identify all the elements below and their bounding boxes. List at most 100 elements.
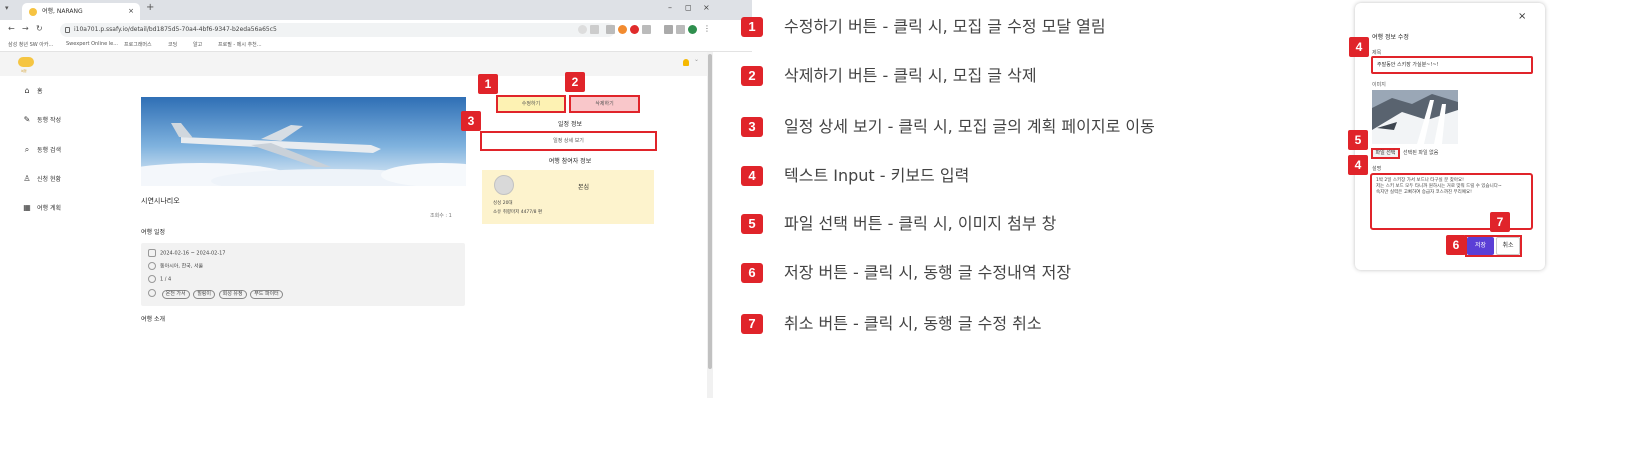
annotation-badge: 6 [1446,235,1466,255]
legend-number: 5 [741,214,763,234]
file-status-text: 선택된 파일 없음 [1403,150,1439,156]
save-button[interactable]: 저장 [1467,237,1494,255]
schedule-location: 동아시아, 한국, 서울 [160,263,204,270]
post-title: 시연시나리오 [141,197,180,205]
bookmark-item[interactable]: 삼성 청년 SW 아카... [8,41,53,48]
bookmark-item[interactable]: 알고 [193,41,202,48]
view-count: 조회수 : 1 [430,213,452,219]
cancel-button[interactable]: 취소 [1496,237,1520,255]
trip-tag: 푸드 파이터 [250,289,283,299]
sidebar-item-label: 홈 [37,88,43,95]
legend-text: 파일 선택 버튼 - 클릭 시, 이미지 첨부 창 [784,214,1057,233]
download-icon[interactable] [664,25,673,34]
location-pin-icon [148,262,156,270]
favicon-icon [29,8,37,16]
tab-bar: ▾ 여행, NARANG × + – ◻ × [0,0,752,20]
chevron-down-icon[interactable]: ⌄ [694,56,699,63]
sidebar-item-search[interactable]: ⌕ 동행 검색 [22,145,61,155]
legend-text: 수정하기 버튼 - 클릭 시, 모집 글 수정 모달 열림 [784,17,1106,36]
legend-number: 7 [741,314,763,334]
sidebar-item-label: 동행 작성 [37,117,61,124]
extension-red-icon[interactable] [630,25,639,34]
sidebar-item-home[interactable]: ⌂ 홈 [22,86,43,95]
title-input[interactable]: 주말동안 스키장 가실분~!~! [1371,56,1533,74]
reload-icon[interactable]: ↻ [36,24,43,33]
extension-icon[interactable] [606,25,615,34]
pencil-icon: ✎ [23,115,31,124]
participants-heading: 여행 참여자 정보 [548,158,592,165]
sidebar-item-write[interactable]: ✎ 동행 작성 [22,115,61,124]
attached-image [1372,90,1458,144]
window-close-icon[interactable]: × [703,3,710,12]
legend-text: 삭제하기 버튼 - 클릭 시, 모집 글 삭제 [784,66,1037,85]
extension-puzzle-icon[interactable] [642,25,651,34]
sidepanel-icon[interactable] [676,25,685,34]
bookmark-item[interactable]: Swexpert Online le... [66,41,118,47]
sidebar-item-label: 신청 현황 [37,176,61,183]
person-add-icon: ♙ [23,174,31,183]
file-select-button[interactable]: 파일 선택 [1371,148,1400,159]
legend-text: 저장 버튼 - 클릭 시, 동행 글 수정내역 저장 [784,263,1072,282]
forward-icon[interactable]: → [22,24,29,33]
sidebar-item-plans[interactable]: ▦ 여행 계획 [22,203,61,212]
close-icon[interactable]: × [1518,11,1526,22]
legend-text: 텍스트 Input - 키보드 입력 [784,166,970,185]
annotation-badge: 4 [1348,155,1368,175]
url-bar[interactable]: i10a701.p.ssafy.io/detail/bd1875d5-70a4-… [60,23,615,37]
bookmark-item[interactable]: 프로필 - 메시 추천... [218,41,262,48]
home-icon: ⌂ [24,86,30,95]
tab-search-icon[interactable]: ▾ [5,4,9,12]
sidebar-item-label: 동행 검색 [37,147,61,154]
extension-orange-icon[interactable] [618,25,627,34]
annotation-badge: 4 [1349,37,1369,57]
schedule-members-row: 1 / 4 [148,275,171,283]
translate-icon[interactable] [578,25,587,34]
bookmark-item[interactable]: 코딩 [168,41,177,48]
schedule-dates: 2024-02-16 ~ 2024-02-17 [160,250,226,257]
legend-number: 3 [741,117,763,137]
legend-number: 2 [741,66,763,86]
sidebar-item-applications[interactable]: ♙ 신청 현황 [22,174,61,183]
bookmark-star-icon[interactable] [590,25,599,34]
legend-text: 일정 상세 보기 - 클릭 시, 모집 글의 계획 페이지로 이동 [784,117,1155,136]
annotation-badge: 1 [478,74,498,94]
url-text: i10a701.p.ssafy.io/detail/bd1875d5-70a4-… [74,26,277,33]
schedule-detail-button[interactable]: 일정 상세 보기 [480,131,657,151]
schedule-members: 1 / 4 [160,276,172,283]
app-logo[interactable]: 여행 [18,55,34,73]
annotation-badge: 5 [1348,130,1368,150]
delete-post-button[interactable]: 삭제하기 [569,95,640,113]
minimize-icon[interactable]: – [668,3,672,12]
edit-post-button[interactable]: 수정하기 [496,95,566,113]
notification-bell-icon[interactable] [683,59,689,66]
title-field-label: 제목 [1372,50,1382,56]
participant-preference: 소유 취향마저 4477/8 편 [493,210,543,215]
annotation-badge: 7 [1490,212,1510,232]
site-info-icon[interactable] [65,27,70,33]
browser-menu-icon[interactable]: ⋮ [703,24,711,33]
bookmark-item[interactable]: 프로그래머스 [124,41,152,48]
new-tab-icon[interactable]: + [146,2,154,13]
back-icon[interactable]: ← [8,24,15,33]
schedule-tags-row: 온천 가서 힐링이 회성 유정 푸드 파이터 [148,289,285,299]
tag-person-icon [148,289,156,297]
legend-number: 6 [741,263,763,283]
annotation-badge: 2 [565,72,585,92]
tab-close-icon[interactable]: × [128,3,134,20]
maximize-icon[interactable]: ◻ [685,3,692,12]
modal-title: 여행 정보 수정 [1372,34,1409,41]
participant-name: 본심 [578,184,590,191]
profile-avatar-icon[interactable] [688,25,697,34]
search-icon: ⌕ [24,145,30,154]
intro-heading: 여행 소개 [141,316,165,323]
trip-tag: 온천 가서 [161,289,190,299]
schedule-heading: 여행 일정 [141,229,165,236]
page-scrollbar[interactable] [707,52,713,398]
cloud-logo-icon [18,57,34,67]
browser-window: ▾ 여행, NARANG × + – ◻ × ← → ↻ i10a701.p.s… [0,0,752,420]
app-header: 여행 ⌄ [0,52,710,76]
participant-card[interactable]: 본심 싱싱 20대 소유 취향마저 4477/8 편 [482,170,654,224]
avatar [494,175,514,195]
browser-tab[interactable]: 여행, NARANG × [22,3,140,20]
scrollbar-thumb[interactable] [708,54,712,369]
